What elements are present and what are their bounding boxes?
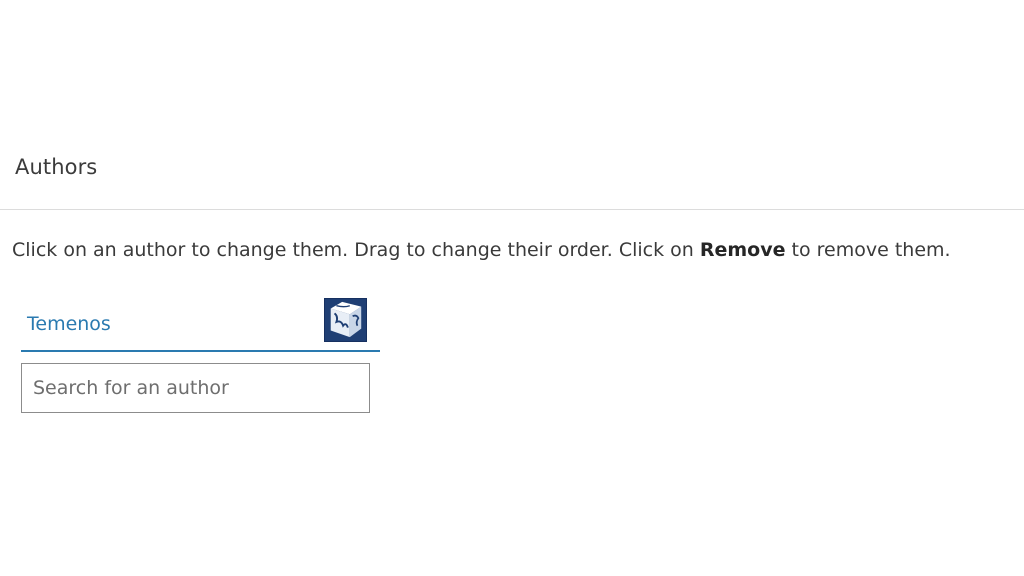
- author-item-temenos[interactable]: Temenos: [21, 297, 380, 352]
- instructions-before: Click on an author to change them. Drag …: [12, 239, 700, 261]
- instructions-after: to remove them.: [785, 239, 951, 261]
- divider: [0, 209, 1024, 210]
- author-name[interactable]: Temenos: [27, 313, 111, 335]
- section-title: Authors: [15, 155, 98, 179]
- instructions-text: Click on an author to change them. Drag …: [12, 239, 951, 261]
- authors-panel: Authors Click on an author to change the…: [0, 0, 1024, 576]
- temenos-logo-icon: [324, 298, 367, 342]
- instructions-remove-keyword: Remove: [699, 239, 786, 261]
- author-search-input[interactable]: [21, 363, 370, 413]
